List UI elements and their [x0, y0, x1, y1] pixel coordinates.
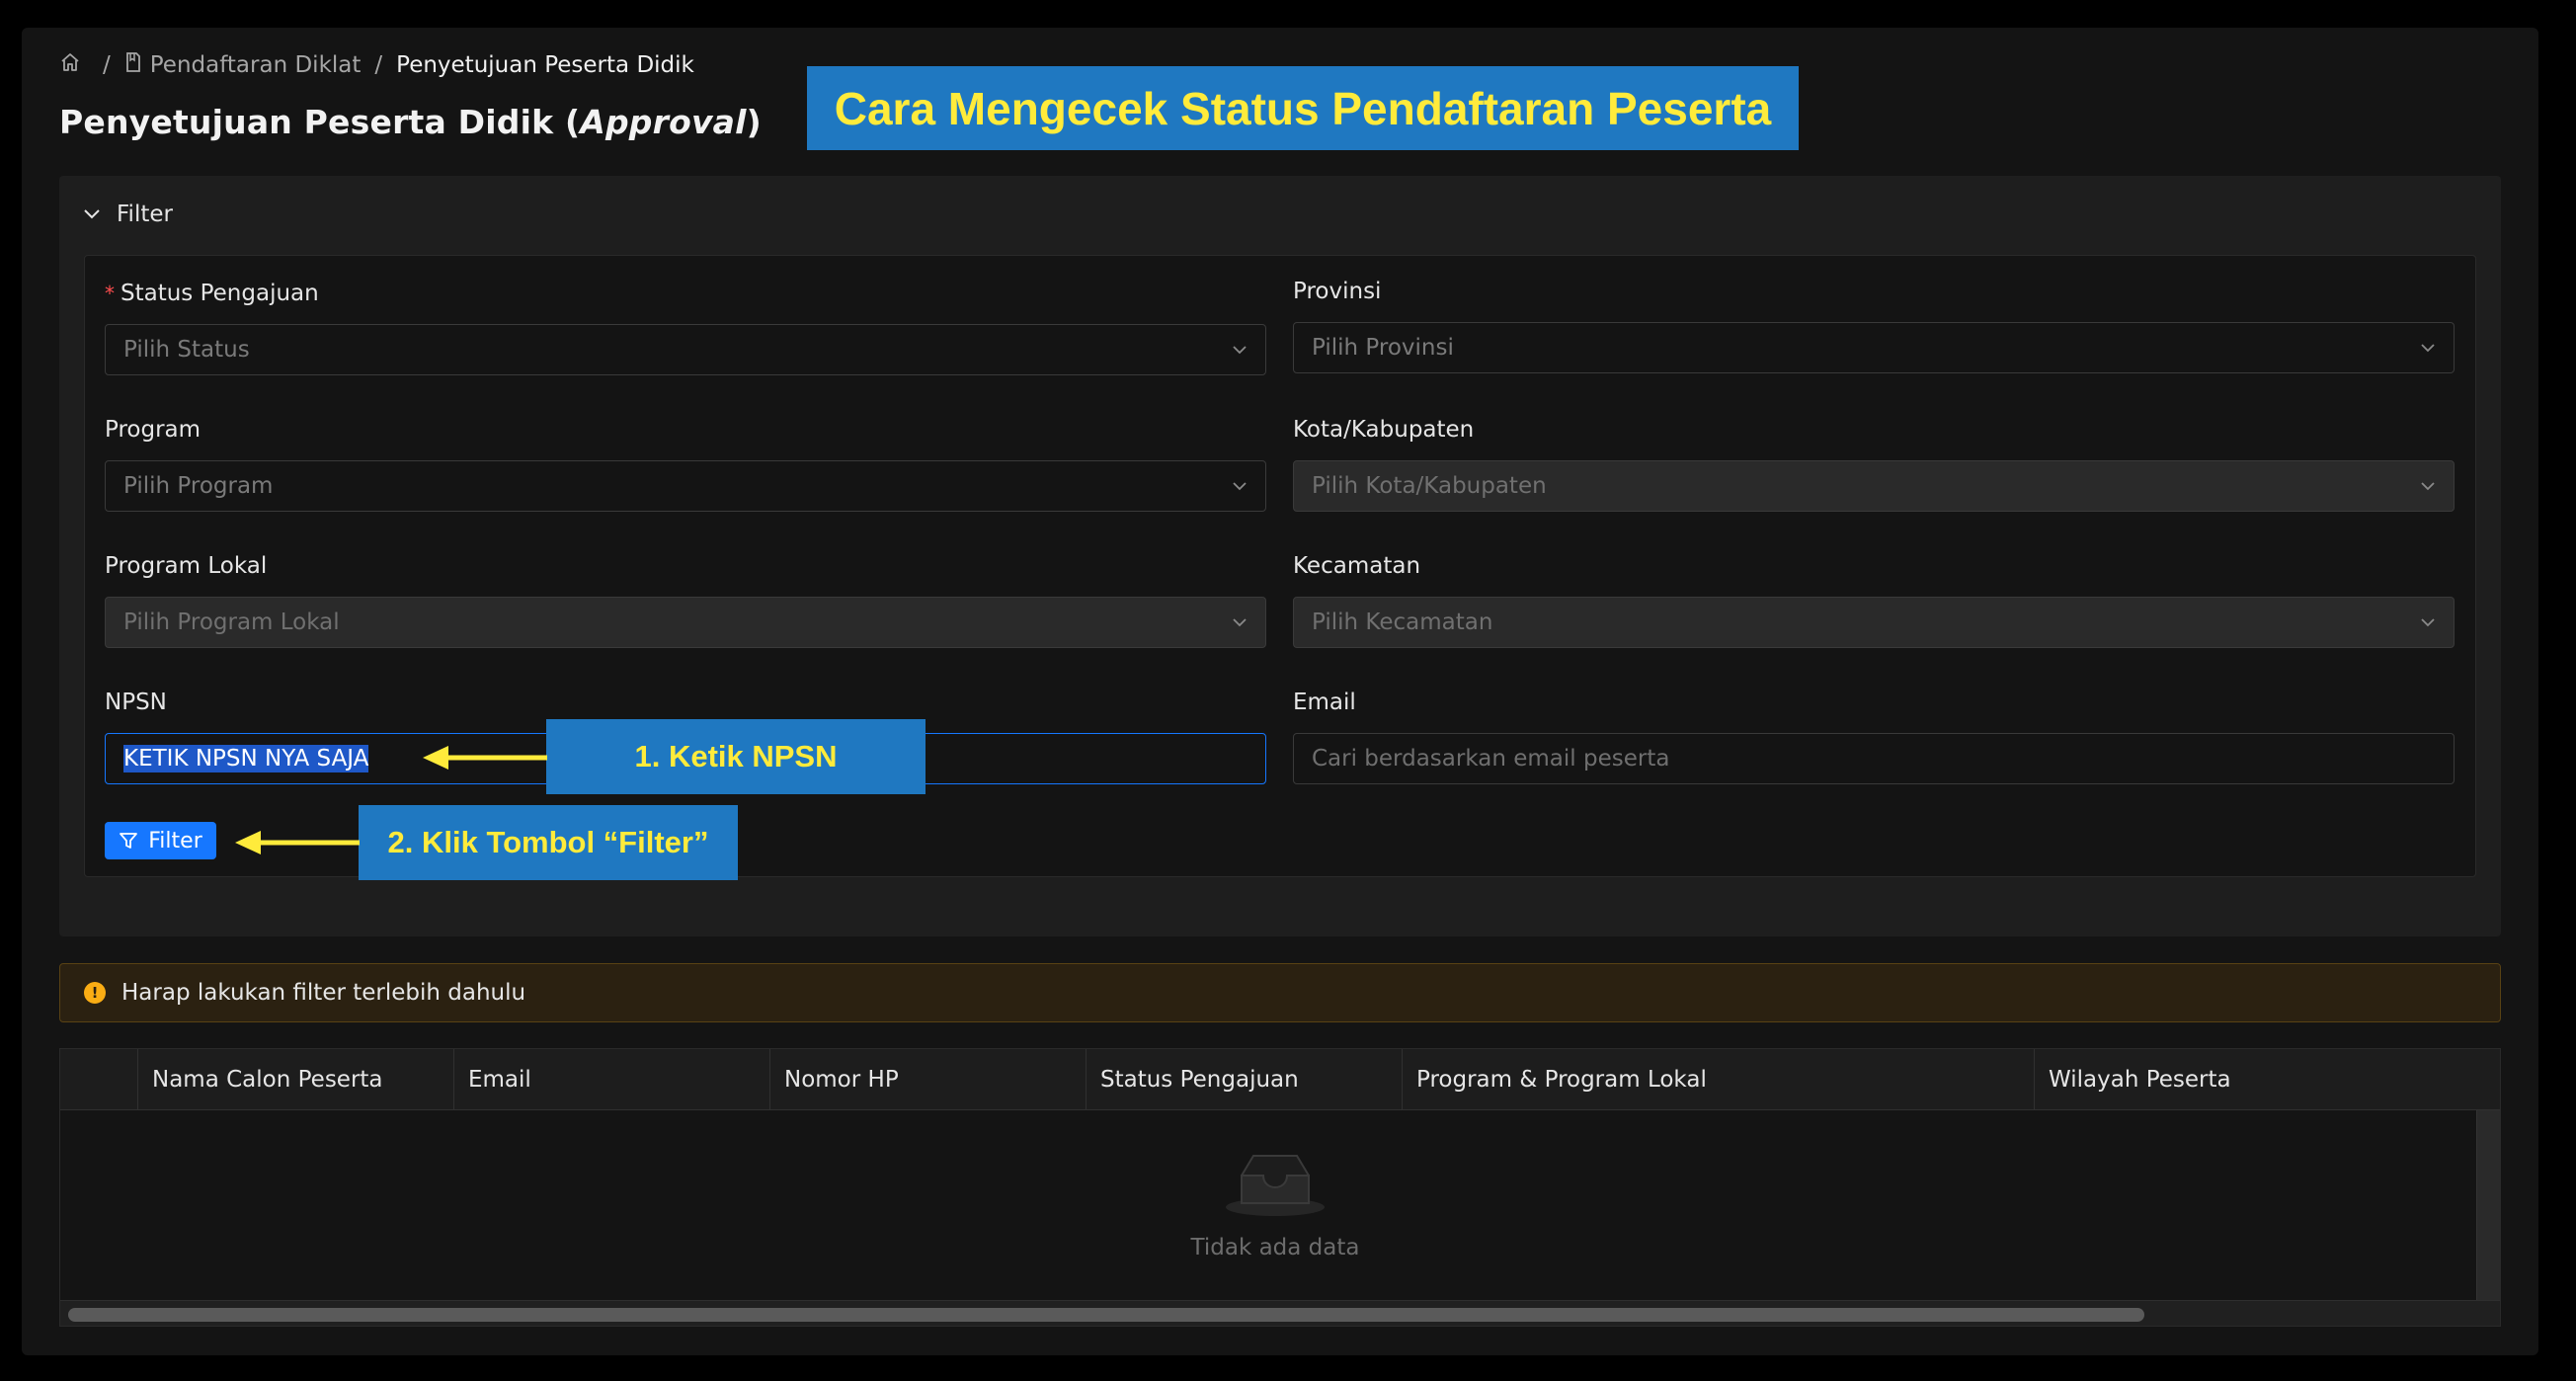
kota-kabupaten-placeholder: Pilih Kota/Kabupaten	[1312, 473, 1547, 499]
warning-alert-text: Harap lakukan filter terlebih dahulu	[121, 980, 526, 1006]
kota-kabupaten-select[interactable]: Pilih Kota/Kabupaten	[1293, 460, 2455, 512]
horizontal-scrollbar[interactable]	[60, 1300, 2500, 1326]
arrow-left-icon	[423, 746, 547, 770]
page-title: Penyetujuan Peserta Didik (Approval)	[59, 103, 762, 141]
npsn-label: NPSN	[105, 690, 167, 715]
provinsi-placeholder: Pilih Provinsi	[1312, 335, 1454, 361]
program-placeholder: Pilih Program	[123, 473, 274, 499]
kota-kabupaten-label: Kota/Kabupaten	[1293, 417, 1475, 443]
column-header-wilayah[interactable]: Wilayah Peserta	[2034, 1049, 2500, 1110]
kecamatan-placeholder: Pilih Kecamatan	[1312, 609, 1493, 635]
chevron-down-icon	[1233, 482, 1247, 491]
chevron-down-icon	[84, 209, 100, 219]
page-title-end: )	[746, 103, 762, 141]
program-lokal-label: Program Lokal	[105, 553, 268, 579]
warning-alert: ! Harap lakukan filter terlebih dahulu	[59, 963, 2501, 1022]
email-label: Email	[1293, 690, 1356, 715]
filter-panel-header[interactable]: Filter	[83, 198, 173, 231]
filter-panel-title: Filter	[117, 202, 173, 227]
page-title-main: Penyetujuan Peserta Didik (	[59, 103, 581, 141]
participants-table: Nama Calon Peserta Email Nomor HP Status…	[59, 1048, 2501, 1327]
arrow-left-icon	[235, 831, 360, 854]
column-header-program[interactable]: Program & Program Lokal	[1402, 1049, 2034, 1110]
horizontal-scrollbar-thumb[interactable]	[68, 1308, 2144, 1322]
column-header-email[interactable]: Email	[453, 1049, 769, 1110]
callout-step-1: 1. Ketik NPSN	[546, 719, 926, 794]
empty-state: Tidak ada data	[1176, 1148, 1374, 1260]
document-icon	[124, 51, 142, 79]
kecamatan-label: Kecamatan	[1293, 553, 1421, 579]
breadcrumb: / Pendaftaran Diklat / Penyetujuan Peser…	[59, 49, 694, 81]
table-header: Nama Calon Peserta Email Nomor HP Status…	[60, 1049, 2500, 1110]
empty-inbox-icon	[1226, 1155, 1325, 1216]
filter-button-label: Filter	[148, 828, 202, 853]
program-label: Program	[105, 417, 201, 443]
status-pengajuan-select[interactable]: Pilih Status	[105, 324, 1266, 375]
column-header-status[interactable]: Status Pengajuan	[1086, 1049, 1402, 1110]
email-input[interactable]: Cari berdasarkan email peserta	[1293, 733, 2455, 784]
npsn-input-value: KETIK NPSN NYA SAJA	[123, 745, 369, 772]
table-header-selection	[60, 1049, 137, 1110]
callout-step-2: 2. Klik Tombol “Filter”	[359, 805, 738, 880]
program-select[interactable]: Pilih Program	[105, 460, 1266, 512]
breadcrumb-separator: /	[103, 52, 111, 78]
kecamatan-select[interactable]: Pilih Kecamatan	[1293, 597, 2455, 648]
breadcrumb-item-pendaftaran[interactable]: Pendaftaran Diklat	[150, 52, 362, 78]
column-header-nama[interactable]: Nama Calon Peserta	[137, 1049, 453, 1110]
chevron-down-icon	[1233, 346, 1247, 355]
callout-step-2-text: 2. Klik Tombol “Filter”	[387, 825, 709, 859]
empty-state-text: Tidak ada data	[1190, 1235, 1360, 1260]
status-pengajuan-placeholder: Pilih Status	[123, 337, 250, 363]
page-title-italic: Approval	[580, 103, 747, 141]
provinsi-label: Provinsi	[1293, 279, 1382, 304]
status-pengajuan-label: * Status Pengajuan	[105, 281, 319, 306]
breadcrumb-item-current: Penyetujuan Peserta Didik	[396, 52, 694, 78]
vertical-scrollbar[interactable]	[2476, 1110, 2500, 1302]
provinsi-select[interactable]: Pilih Provinsi	[1293, 322, 2455, 373]
callout-step-1-text: 1. Ketik NPSN	[634, 739, 838, 773]
required-mark: *	[105, 282, 115, 305]
funnel-icon	[120, 833, 138, 849]
chevron-down-icon	[2421, 618, 2435, 627]
chevron-down-icon	[2421, 482, 2435, 491]
warning-icon: !	[84, 982, 106, 1004]
breadcrumb-separator: /	[374, 52, 383, 78]
status-pengajuan-label-text: Status Pengajuan	[121, 281, 319, 306]
program-lokal-select[interactable]: Pilih Program Lokal	[105, 597, 1266, 648]
chevron-down-icon	[1233, 618, 1247, 627]
tutorial-banner: Cara Mengecek Status Pendaftaran Peserta	[807, 66, 1799, 150]
program-lokal-placeholder: Pilih Program Lokal	[123, 609, 340, 635]
chevron-down-icon	[2421, 344, 2435, 353]
tutorial-banner-text: Cara Mengecek Status Pendaftaran Peserta	[834, 82, 1772, 134]
filter-button[interactable]: Filter	[105, 822, 216, 859]
home-icon[interactable]	[59, 51, 81, 79]
column-header-nomor-hp[interactable]: Nomor HP	[769, 1049, 1086, 1110]
email-input-placeholder: Cari berdasarkan email peserta	[1312, 746, 1670, 772]
